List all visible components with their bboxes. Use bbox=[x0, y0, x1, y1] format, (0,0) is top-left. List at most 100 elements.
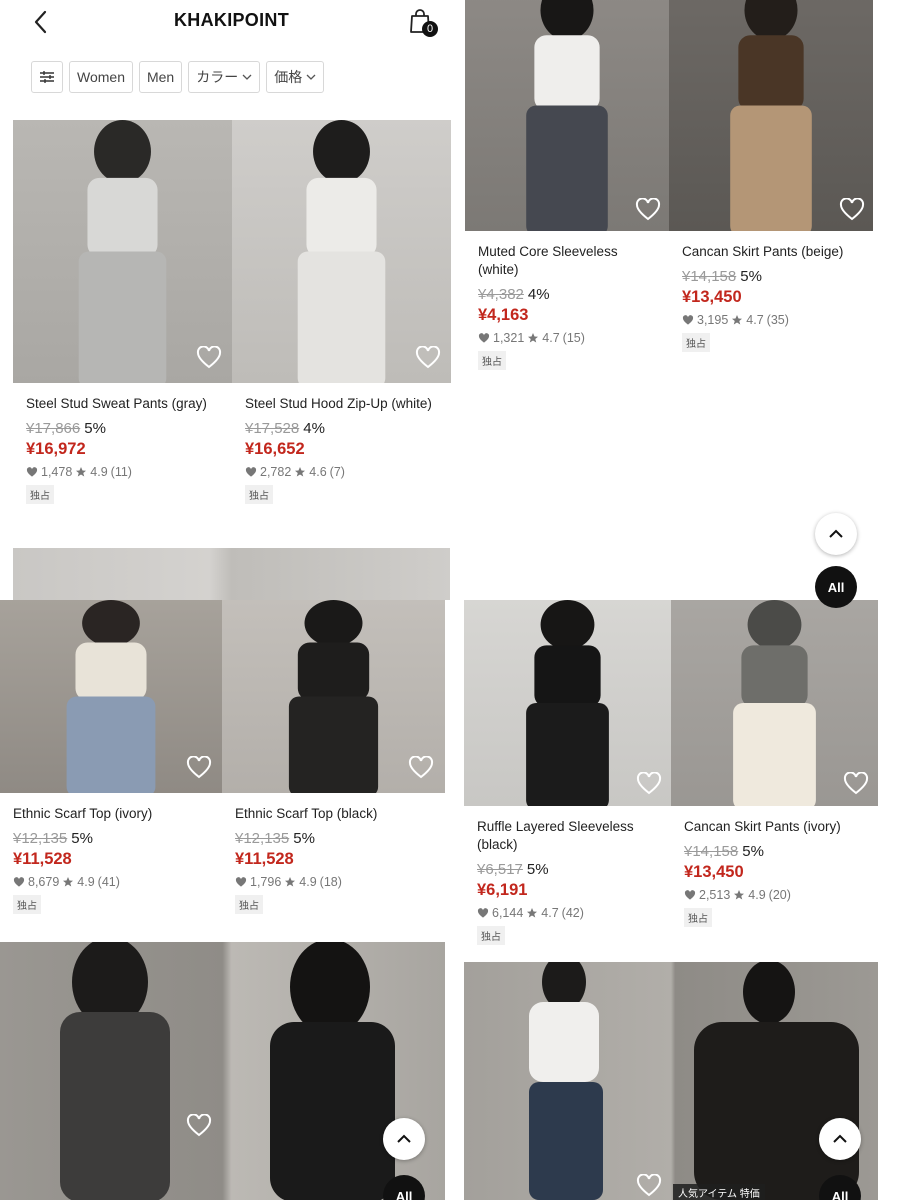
product-stats: 2,513 4.9 (20) bbox=[684, 888, 870, 902]
product-stats: 1,478 4.9 (11) bbox=[26, 465, 224, 479]
heart-icon[interactable] bbox=[839, 198, 865, 222]
product-card[interactable]: Muted Core Sleeveless (white) ¥4,382 4% ¥… bbox=[465, 0, 669, 401]
product-card[interactable]: Cancan Skirt Pants (ivory) ¥14,158 5% ¥13… bbox=[671, 600, 878, 976]
original-price: ¥12,135 bbox=[235, 830, 290, 847]
product-photo[interactable] bbox=[232, 120, 451, 383]
heart-icon[interactable] bbox=[636, 1174, 662, 1198]
heart-icon bbox=[13, 876, 25, 887]
rating-value: 4.9 bbox=[90, 465, 108, 479]
filter-price-label: 価格 bbox=[274, 69, 303, 85]
exclusive-tag: 独占 bbox=[26, 485, 54, 504]
like-count: 8,679 bbox=[28, 875, 60, 889]
heart-icon[interactable] bbox=[415, 346, 441, 370]
discount-percent: 5% bbox=[84, 420, 106, 437]
product-name[interactable]: Ruffle Layered Sleeveless (black) bbox=[477, 818, 663, 854]
original-price: ¥17,528 bbox=[245, 420, 300, 437]
product-stats: 2,782 4.6 (7) bbox=[245, 465, 443, 479]
product-stats: 1,321 4.7 (15) bbox=[478, 331, 661, 345]
sale-price: ¥13,450 bbox=[682, 288, 742, 306]
product-stats: 8,679 4.9 (41) bbox=[13, 875, 214, 889]
discount-percent: 5% bbox=[293, 830, 315, 847]
product-name[interactable]: Muted Core Sleeveless (white) bbox=[478, 243, 661, 279]
heart-icon bbox=[478, 332, 490, 343]
filter-price-dropdown[interactable]: 価格 bbox=[266, 61, 325, 93]
product-photo[interactable] bbox=[671, 600, 878, 806]
like-count: 2,513 bbox=[699, 888, 731, 902]
product-name[interactable]: Steel Stud Sweat Pants (gray) bbox=[26, 395, 224, 413]
product-card[interactable]: Ruffle Layered Sleeveless (black) ¥6,517… bbox=[464, 600, 671, 976]
product-info: Ethnic Scarf Top (black) ¥12,135 5% ¥11,5… bbox=[235, 805, 437, 914]
product-name[interactable]: Cancan Skirt Pants (beige) bbox=[682, 243, 865, 261]
product-photo[interactable] bbox=[222, 600, 445, 793]
sale-price: ¥16,652 bbox=[245, 440, 305, 458]
cart-button[interactable]: 0 bbox=[408, 8, 438, 38]
product-photo[interactable] bbox=[465, 0, 669, 231]
price-row: ¥17,528 4% bbox=[245, 413, 443, 438]
price-row: ¥12,135 5% bbox=[13, 823, 214, 848]
filter-men[interactable]: Men bbox=[138, 61, 183, 93]
all-categories-button[interactable]: All bbox=[815, 566, 857, 608]
filter-bar: Women Men カラー 価格 bbox=[31, 61, 325, 93]
product-card[interactable]: Ethnic Scarf Top (ivory) ¥12,135 5% ¥11,5… bbox=[0, 600, 222, 963]
scroll-top-button[interactable] bbox=[815, 513, 857, 555]
review-count: (11) bbox=[110, 465, 132, 479]
heart-icon[interactable] bbox=[196, 346, 222, 370]
filter-color-label: カラー bbox=[196, 69, 239, 85]
product-photo[interactable] bbox=[13, 120, 232, 383]
heart-icon[interactable] bbox=[186, 1114, 212, 1138]
product-card[interactable]: Ethnic Scarf Top (black) ¥12,135 5% ¥11,5… bbox=[222, 600, 445, 963]
filter-icon bbox=[40, 71, 54, 83]
filter-settings-button[interactable] bbox=[31, 61, 63, 93]
product-photo-partial[interactable] bbox=[13, 548, 450, 600]
heart-icon[interactable] bbox=[635, 198, 661, 222]
price-row: ¥17,866 5% bbox=[26, 413, 224, 438]
exclusive-tag: 独占 bbox=[13, 895, 41, 914]
review-count: (15) bbox=[562, 331, 585, 345]
product-info: Steel Stud Sweat Pants (gray) ¥17,866 5% … bbox=[26, 395, 224, 504]
star-icon bbox=[76, 467, 87, 477]
model-figure bbox=[297, 120, 386, 383]
heart-icon bbox=[235, 876, 247, 887]
product-card[interactable]: Steel Stud Sweat Pants (gray) ¥17,866 5% … bbox=[13, 120, 232, 553]
product-stats: 6,144 4.7 (42) bbox=[477, 906, 663, 920]
star-icon bbox=[285, 877, 296, 887]
price-row: ¥14,158 5% bbox=[682, 261, 865, 286]
product-photo[interactable] bbox=[464, 600, 671, 806]
product-card[interactable]: Steel Stud Hood Zip-Up (white) ¥17,528 4%… bbox=[232, 120, 451, 553]
discount-percent: 5% bbox=[740, 268, 762, 285]
heart-icon bbox=[245, 466, 257, 477]
sale-price: ¥13,450 bbox=[684, 863, 744, 881]
heart-icon[interactable] bbox=[186, 756, 212, 780]
product-photo-partial[interactable] bbox=[0, 942, 445, 1200]
product-name[interactable]: Ethnic Scarf Top (ivory) bbox=[13, 805, 214, 823]
original-price: ¥14,158 bbox=[684, 843, 739, 860]
product-name[interactable]: Ethnic Scarf Top (black) bbox=[235, 805, 437, 823]
product-name[interactable]: Steel Stud Hood Zip-Up (white) bbox=[245, 395, 443, 413]
scroll-top-button[interactable] bbox=[819, 1118, 861, 1160]
product-name[interactable]: Cancan Skirt Pants (ivory) bbox=[684, 818, 870, 836]
chevron-up-icon bbox=[829, 529, 843, 538]
star-icon bbox=[528, 333, 539, 343]
product-card[interactable]: Cancan Skirt Pants (beige) ¥14,158 5% ¥13… bbox=[669, 0, 873, 401]
heart-icon[interactable] bbox=[636, 772, 662, 796]
filter-women[interactable]: Women bbox=[69, 61, 133, 93]
product-stats: 3,195 4.7 (35) bbox=[682, 313, 865, 327]
star-icon bbox=[732, 315, 743, 325]
product-photo[interactable] bbox=[0, 600, 222, 793]
filter-color-dropdown[interactable]: カラー bbox=[188, 61, 261, 93]
product-info: Cancan Skirt Pants (beige) ¥14,158 5% ¥13… bbox=[682, 243, 865, 352]
exclusive-tag: 独占 bbox=[235, 895, 263, 914]
sale-price: ¥6,191 bbox=[477, 881, 528, 899]
promo-badge: 人気アイテム 特価 bbox=[673, 1184, 765, 1200]
chevron-up-icon bbox=[397, 1134, 411, 1143]
chevron-down-icon bbox=[306, 74, 316, 80]
heart-icon bbox=[684, 889, 696, 900]
heart-icon[interactable] bbox=[408, 756, 434, 780]
scroll-top-button[interactable] bbox=[383, 1118, 425, 1160]
product-photo[interactable] bbox=[669, 0, 873, 231]
product-info: Ruffle Layered Sleeveless (black) ¥6,517… bbox=[477, 818, 663, 945]
heart-icon[interactable] bbox=[843, 772, 869, 796]
discount-percent: 5% bbox=[526, 861, 549, 878]
product-photo-partial[interactable] bbox=[464, 962, 878, 1200]
model-figure bbox=[529, 962, 859, 1200]
